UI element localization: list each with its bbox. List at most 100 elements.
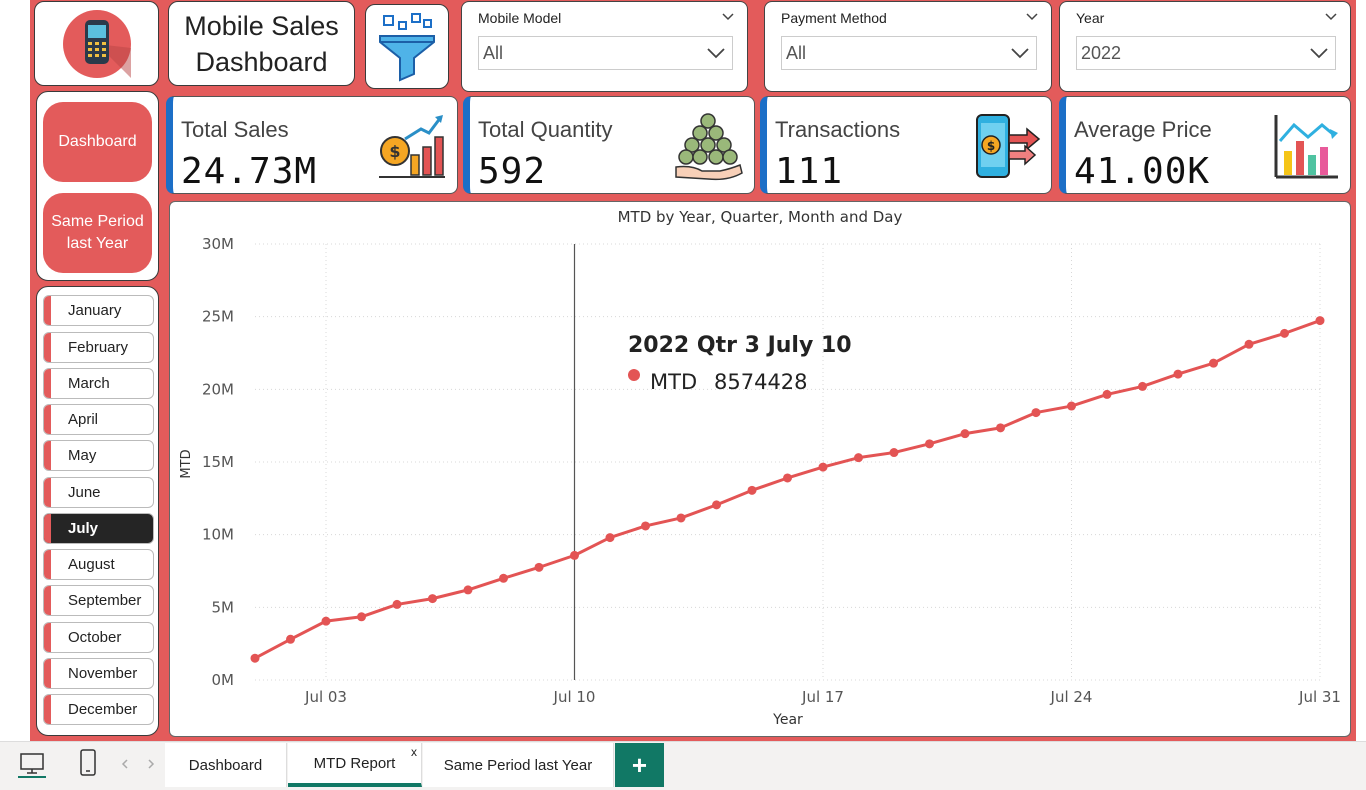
y-tick-label: 25M xyxy=(202,308,234,326)
x-tick-label: Jul 31 xyxy=(1298,688,1341,706)
data-point[interactable] xyxy=(676,513,686,523)
y-tick-label: 20M xyxy=(202,380,234,398)
data-point[interactable] xyxy=(960,429,970,439)
data-point[interactable] xyxy=(286,634,295,644)
data-point[interactable] xyxy=(1244,339,1254,349)
tab-same-period-last-year[interactable]: Same Period last Year xyxy=(423,743,614,787)
data-point[interactable] xyxy=(570,550,579,560)
data-point[interactable] xyxy=(357,612,366,622)
month-button-september[interactable]: September xyxy=(43,585,154,616)
kpi-label: Total Sales xyxy=(181,117,289,142)
page-tab-bar: Dashboard MTD Report x Same Period last … xyxy=(0,741,1366,790)
data-point[interactable] xyxy=(534,562,544,572)
month-label: July xyxy=(68,520,99,537)
x-tick-label: Jul 24 xyxy=(1050,688,1093,706)
filter-card[interactable] xyxy=(365,4,449,89)
month-button-may[interactable]: May xyxy=(43,440,154,471)
mobile-model-slicer[interactable]: Mobile Model All xyxy=(461,1,748,92)
mobile-payment-icon: $ xyxy=(976,114,1041,178)
nav-button-label: Dashboard xyxy=(58,133,137,150)
month-button-december[interactable]: December xyxy=(43,694,154,725)
month-label: October xyxy=(68,629,122,646)
month-button-october[interactable]: October xyxy=(43,622,154,653)
mtd-line-chart[interactable]: MTD by Year, Quarter, Month and Day MTD … xyxy=(169,201,1351,737)
month-label: December xyxy=(68,701,138,718)
kpi-card-average-price: Average Price 41.00K xyxy=(1059,96,1351,194)
y-axis-label: MTD xyxy=(179,449,194,478)
same-period-nav-button[interactable]: Same Period last Year xyxy=(43,193,152,273)
mobile-model-dropdown[interactable]: All xyxy=(478,36,733,70)
slicer-label: Year xyxy=(1076,10,1105,26)
data-point[interactable] xyxy=(428,594,437,604)
chevron-right-icon[interactable] xyxy=(146,758,156,770)
chevron-left-icon[interactable] xyxy=(120,758,130,770)
month-button-june[interactable]: June xyxy=(43,477,154,508)
dropdown-value: All xyxy=(483,43,504,63)
close-tab-icon[interactable]: x xyxy=(411,745,417,759)
month-button-march[interactable]: March xyxy=(43,368,154,399)
month-label: May xyxy=(68,447,97,464)
month-button-november[interactable]: November xyxy=(43,658,154,689)
data-point[interactable] xyxy=(392,599,402,609)
data-point[interactable] xyxy=(641,521,650,531)
data-point[interactable] xyxy=(1102,389,1112,399)
chevron-down-icon[interactable] xyxy=(721,10,735,24)
data-point[interactable] xyxy=(818,462,828,472)
data-point[interactable] xyxy=(889,448,899,458)
data-point[interactable] xyxy=(783,473,792,483)
month-label: November xyxy=(68,665,138,682)
nav-button-label-line-1: Same Period xyxy=(51,213,144,230)
slicer-label: Payment Method xyxy=(781,10,887,26)
month-label: March xyxy=(68,375,110,392)
chevron-down-icon[interactable] xyxy=(1025,10,1039,24)
nav-button-label-line-2: last Year xyxy=(66,235,129,252)
data-point[interactable] xyxy=(996,423,1005,433)
bar-chart-icon xyxy=(1274,115,1338,179)
title-line-1: Mobile Sales xyxy=(184,10,339,41)
tab-label: MTD Report xyxy=(313,754,396,772)
data-point[interactable] xyxy=(321,616,331,626)
data-point[interactable] xyxy=(747,485,757,495)
x-tick-label: Jul 17 xyxy=(801,688,844,706)
data-point[interactable] xyxy=(854,453,863,463)
data-point[interactable] xyxy=(1209,358,1218,368)
data-point[interactable] xyxy=(250,653,260,663)
funnel-icon xyxy=(379,12,435,82)
data-point[interactable] xyxy=(463,585,473,595)
month-button-august[interactable]: August xyxy=(43,549,154,580)
add-page-button[interactable]: + xyxy=(615,743,664,787)
year-dropdown[interactable]: 2022 xyxy=(1076,36,1336,70)
data-point[interactable] xyxy=(1067,401,1076,411)
kpi-card-transactions: Transactions 111 $ xyxy=(760,96,1052,194)
month-button-february[interactable]: February xyxy=(43,332,154,363)
chevron-down-icon[interactable] xyxy=(1324,10,1338,24)
month-button-april[interactable]: April xyxy=(43,404,154,435)
data-point[interactable] xyxy=(1173,369,1183,379)
dashboard-nav-button[interactable]: Dashboard xyxy=(43,102,152,182)
data-point[interactable] xyxy=(1315,316,1325,326)
y-tick-label: 30M xyxy=(202,235,234,253)
tab-dashboard[interactable]: Dashboard xyxy=(165,743,287,787)
month-label: September xyxy=(68,592,142,609)
payment-method-dropdown[interactable]: All xyxy=(781,36,1037,70)
data-point[interactable] xyxy=(925,439,934,449)
mobile-view-icon[interactable] xyxy=(78,748,98,778)
data-point[interactable] xyxy=(1031,408,1041,418)
year-slicer[interactable]: Year 2022 xyxy=(1059,1,1351,92)
y-tick-label: 0M xyxy=(212,671,235,689)
data-point[interactable] xyxy=(712,500,721,510)
sales-growth-icon: $ xyxy=(379,115,445,178)
dropdown-value: All xyxy=(786,43,807,63)
y-tick-label: 15M xyxy=(202,453,234,471)
data-point[interactable] xyxy=(605,533,615,543)
tab-mtd-report[interactable]: MTD Report x xyxy=(288,743,422,787)
month-button-january[interactable]: January xyxy=(43,295,154,326)
payment-method-slicer[interactable]: Payment Method All xyxy=(764,1,1052,92)
chevron-down-icon xyxy=(1011,48,1029,59)
kpi-card-total-sales: Total Sales 24.73M $ xyxy=(166,96,458,194)
month-button-july[interactable]: July xyxy=(43,513,154,544)
data-point[interactable] xyxy=(1280,328,1289,338)
desktop-view-icon[interactable] xyxy=(18,750,46,778)
data-point[interactable] xyxy=(1138,381,1147,391)
data-point[interactable] xyxy=(499,573,508,583)
